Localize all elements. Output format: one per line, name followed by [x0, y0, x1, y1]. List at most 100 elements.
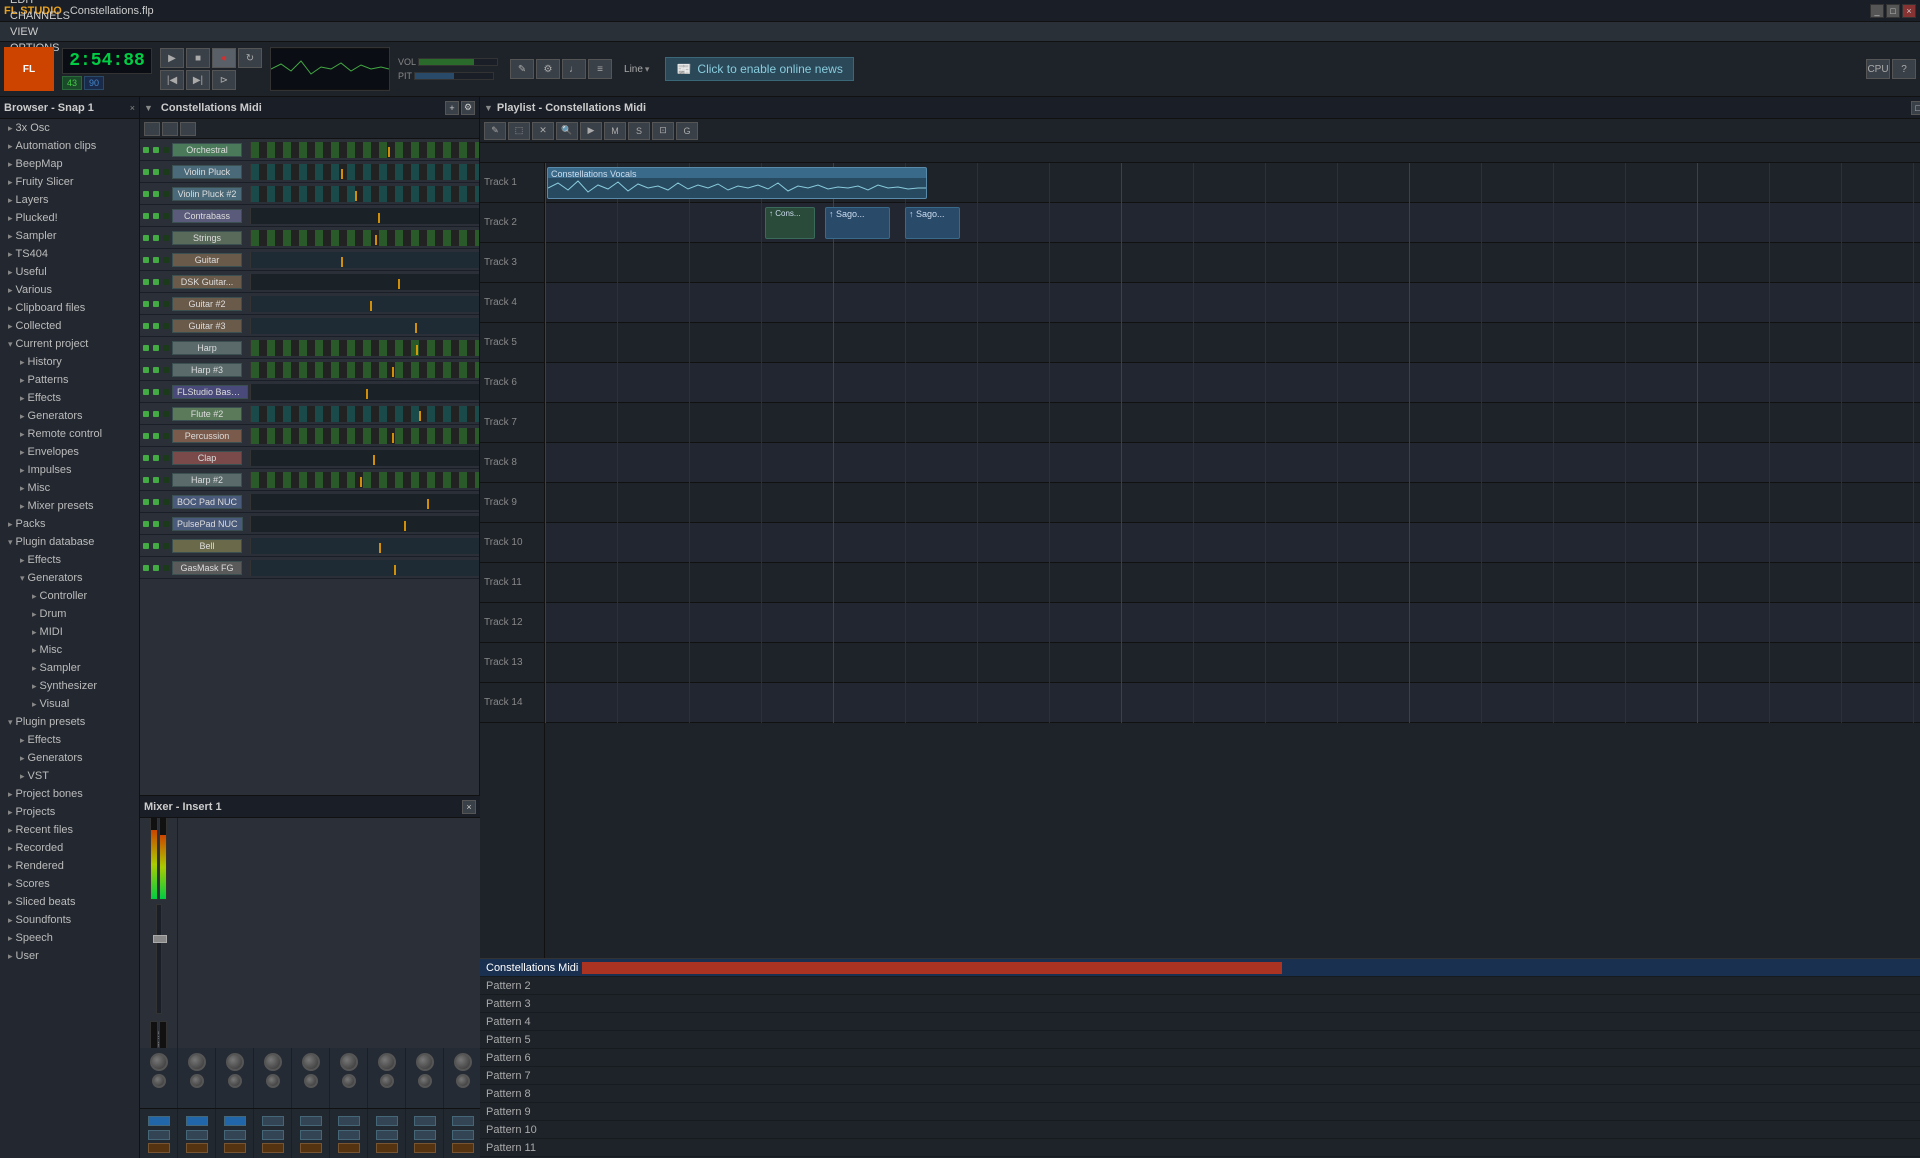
channel-led-green[interactable] [143, 521, 149, 527]
sidebar-item-mixer-presets[interactable]: ▸Mixer presets [0, 497, 139, 515]
track-row-8[interactable] [545, 443, 1920, 483]
sidebar-item-plucked-[interactable]: ▸Plucked! [0, 209, 139, 227]
channel-pad-area[interactable] [250, 252, 479, 268]
channel-led-mute[interactable] [153, 389, 159, 395]
channel-pad-area[interactable] [250, 494, 479, 510]
clip-midi-2[interactable]: ↑ Cons... [765, 207, 815, 239]
menu-item-channels[interactable]: CHANNELS [4, 8, 76, 24]
send-btn-1-1[interactable] [186, 1116, 208, 1126]
pattern-item-3[interactable]: Pattern 3 [480, 995, 1920, 1013]
track-label-8[interactable]: Track 8 [480, 443, 544, 483]
channel-name[interactable]: GasMask FG [172, 561, 242, 575]
sidebar-item-midi[interactable]: ▸MIDI [0, 623, 139, 641]
channel-led-solo[interactable] [163, 565, 169, 571]
channel-led-mute[interactable] [153, 257, 159, 263]
channel-led-mute[interactable] [153, 433, 159, 439]
channel-led-green[interactable] [143, 147, 149, 153]
sidebar-item-automation-clips[interactable]: ▸Automation clips [0, 137, 139, 155]
send-btn-2-8[interactable] [452, 1130, 474, 1140]
sidebar-item-sampler[interactable]: ▸Sampler [0, 227, 139, 245]
browser-content[interactable]: ▸3x Osc▸Automation clips▸BeepMap▸Fruity … [0, 119, 139, 1158]
channel-led-mute[interactable] [153, 301, 159, 307]
channel-led-solo[interactable] [163, 433, 169, 439]
channel-led-solo[interactable] [163, 477, 169, 483]
ch-tool-2[interactable] [162, 122, 178, 136]
channel-led-mute[interactable] [153, 565, 159, 571]
send-btn-2-2[interactable] [224, 1130, 246, 1140]
news-bar[interactable]: 📰 Click to enable online news [665, 57, 853, 81]
sidebar-item-project-bones[interactable]: ▸Project bones [0, 785, 139, 803]
pl-solo-btn[interactable]: S [628, 122, 650, 140]
pl-snap-btn[interactable]: ⊡ [652, 122, 674, 140]
pan-knob-3[interactable] [264, 1053, 282, 1071]
channel-pad-area[interactable] [250, 362, 479, 378]
menu-item-edit[interactable]: EDIT [4, 0, 76, 8]
sidebar-item-history[interactable]: ▸History [0, 353, 139, 371]
channel-pad-area[interactable] [250, 428, 479, 444]
sidebar-item-layers[interactable]: ▸Layers [0, 191, 139, 209]
sidebar-item-fruity-slicer[interactable]: ▸Fruity Slicer [0, 173, 139, 191]
track-label-7[interactable]: Track 7 [480, 403, 544, 443]
channel-name[interactable]: Contrabass [172, 209, 242, 223]
channel-led-solo[interactable] [163, 345, 169, 351]
track-row-7[interactable] [545, 403, 1920, 443]
send-btn-1-0[interactable] [148, 1116, 170, 1126]
channel-led-solo[interactable] [163, 235, 169, 241]
sidebar-item-impulses[interactable]: ▸Impulses [0, 461, 139, 479]
cpu-btn[interactable]: CPU [1866, 59, 1890, 79]
channel-name[interactable]: Strings [172, 231, 242, 245]
channel-led-solo[interactable] [163, 169, 169, 175]
channel-name[interactable]: Percussion [172, 429, 242, 443]
pl-play-btn[interactable]: ▶ [580, 122, 602, 140]
skip-button[interactable]: ⊳ [212, 70, 236, 90]
pattern-item-8[interactable]: Pattern 8 [480, 1085, 1920, 1103]
tool-btn-1[interactable]: ✎ [510, 59, 534, 79]
maximize-button[interactable]: □ [1886, 4, 1900, 18]
track-row-11[interactable] [545, 563, 1920, 603]
volume-slider[interactable] [418, 58, 498, 66]
pattern-item-7[interactable]: Pattern 7 [480, 1067, 1920, 1085]
track-row-14[interactable] [545, 683, 1920, 723]
pl-group-btn[interactable]: G [676, 122, 698, 140]
channel-led-solo[interactable] [163, 301, 169, 307]
track-row-10[interactable] [545, 523, 1920, 563]
pattern-item-4[interactable]: Pattern 4 [480, 1013, 1920, 1031]
send-btn-1-4[interactable] [300, 1116, 322, 1126]
channel-led-green[interactable] [143, 433, 149, 439]
channel-led-mute[interactable] [153, 411, 159, 417]
pl-draw-btn[interactable]: ✎ [484, 122, 506, 140]
channel-led-green[interactable] [143, 477, 149, 483]
send-knob-2[interactable] [228, 1074, 242, 1088]
pl-select-btn[interactable]: ⬚ [508, 122, 530, 140]
channel-name[interactable]: Clap [172, 451, 242, 465]
send-btn-1-6[interactable] [376, 1116, 398, 1126]
sidebar-item-remote-control[interactable]: ▸Remote control [0, 425, 139, 443]
send-knob-4[interactable] [304, 1074, 318, 1088]
channel-led-mute[interactable] [153, 345, 159, 351]
pan-knob-7[interactable] [416, 1053, 434, 1071]
track-label-10[interactable]: Track 10 [480, 523, 544, 563]
sidebar-item-vst[interactable]: ▸VST [0, 767, 139, 785]
pattern-item-10[interactable]: Pattern 10 [480, 1121, 1920, 1139]
channel-led-solo[interactable] [163, 213, 169, 219]
pan-knob-5[interactable] [340, 1053, 358, 1071]
track-label-3[interactable]: Track 3 [480, 243, 544, 283]
channel-led-green[interactable] [143, 543, 149, 549]
sidebar-item-3x-osc[interactable]: ▸3x Osc [0, 119, 139, 137]
track-label-1[interactable]: Track 1 [480, 163, 544, 203]
pl-erase-btn[interactable]: ✕ [532, 122, 554, 140]
send-knob-5[interactable] [342, 1074, 356, 1088]
eq-btn-7[interactable] [414, 1143, 436, 1153]
play-button[interactable]: ▶ [160, 48, 184, 68]
tool-btn-4[interactable]: ≡ [588, 59, 612, 79]
pan-knob-6[interactable] [378, 1053, 396, 1071]
channel-led-mute[interactable] [153, 235, 159, 241]
channel-led-green[interactable] [143, 389, 149, 395]
tracks-grid[interactable]: Constellations Vocals ↑ Sago...↑ Sago...… [545, 163, 1920, 958]
sidebar-item-recent-files[interactable]: ▸Recent files [0, 821, 139, 839]
sidebar-item-ts404[interactable]: ▸TS404 [0, 245, 139, 263]
channel-led-mute[interactable] [153, 147, 159, 153]
sidebar-item-drum[interactable]: ▸Drum [0, 605, 139, 623]
tool-btn-3[interactable]: ♩ [562, 59, 586, 79]
pattern-active[interactable]: Constellations Midi [480, 959, 1920, 977]
